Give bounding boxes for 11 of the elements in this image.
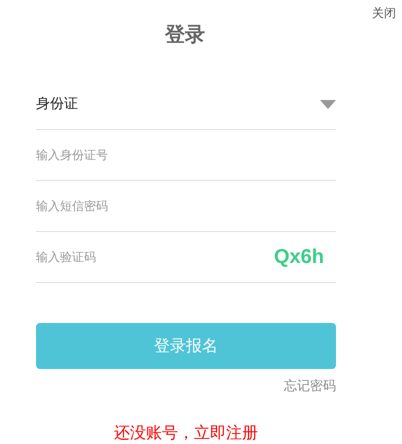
- forgot-password-link[interactable]: 忘记密码: [284, 377, 336, 396]
- id-type-select[interactable]: 身份证: [36, 94, 78, 115]
- register-link[interactable]: 还没账号，立即注册: [114, 422, 258, 442]
- captcha-field[interactable]: 输入验证码: [36, 248, 274, 266]
- close-link[interactable]: 关闭: [372, 4, 396, 22]
- submit-button[interactable]: 登录报名: [36, 323, 336, 369]
- captcha-image[interactable]: Qx6h: [274, 241, 330, 273]
- input-field[interactable]: 输入身份证号: [36, 146, 336, 164]
- input-field[interactable]: 输入短信密码: [36, 197, 336, 215]
- dropdown-caret-icon[interactable]: [320, 100, 336, 109]
- page-title: 登录: [165, 22, 206, 46]
